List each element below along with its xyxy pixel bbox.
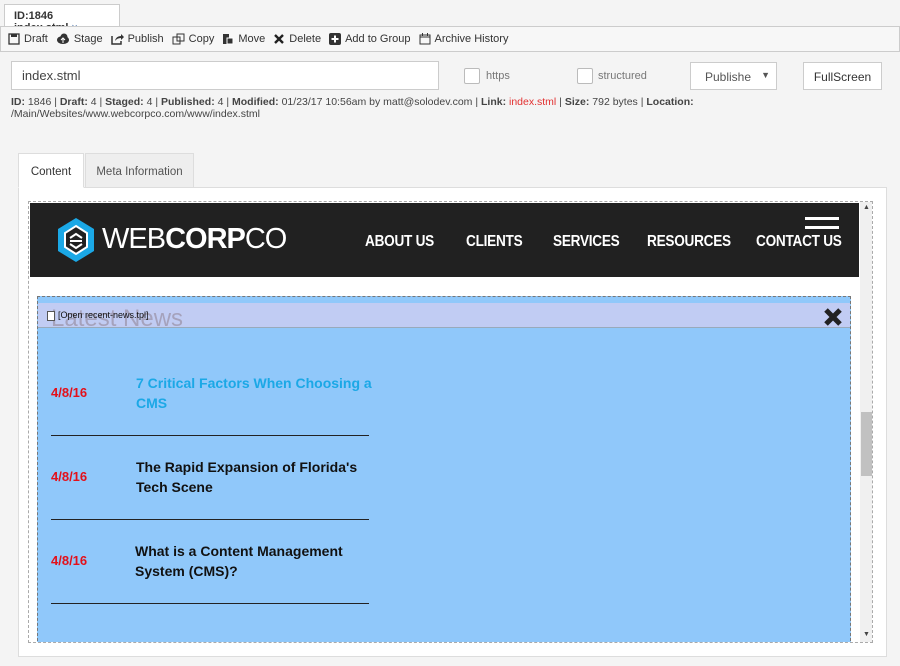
divider <box>51 519 369 520</box>
label: Move <box>238 33 266 45</box>
copy-button[interactable]: Copy <box>172 33 215 45</box>
tab-content[interactable]: Content <box>18 153 84 188</box>
x-icon <box>274 34 285 44</box>
scroll-down-icon[interactable]: ▼ <box>863 631 870 638</box>
file-tab[interactable]: ID:1846 index.stml× <box>4 4 120 34</box>
divider <box>51 435 369 436</box>
structured-checkbox[interactable] <box>577 68 593 84</box>
scrollbar-thumb[interactable] <box>861 412 872 476</box>
publish-button[interactable]: Publish <box>110 33 164 45</box>
move-icon <box>223 34 234 45</box>
label: Draft <box>24 33 48 45</box>
label: Delete <box>289 33 322 45</box>
status-value: Publishe <box>705 70 752 84</box>
close-icon[interactable] <box>823 307 843 327</box>
fullscreen-button[interactable]: FullScreen <box>803 62 882 90</box>
label: Stage <box>73 33 103 45</box>
filename-input[interactable]: index.stml <box>11 61 439 90</box>
nav-about-us[interactable]: ABOUT US <box>365 233 434 251</box>
nav-resources[interactable]: RESOURCES <box>647 233 731 251</box>
structured-label: structured <box>598 70 647 82</box>
toolbar: Draft Stage Publish Copy Move Delete Add… <box>0 26 900 52</box>
plus-square-icon <box>329 33 342 45</box>
news-title[interactable]: What is a Content Management System (CMS… <box>135 541 375 581</box>
draft-button[interactable]: Draft <box>8 33 48 45</box>
tab-meta-information[interactable]: Meta Information <box>85 153 194 188</box>
status-select[interactable]: Publishe ▼ <box>690 62 777 90</box>
calendar-icon <box>419 33 430 45</box>
site-header: WEBCORPCO ABOUT US CLIENTS SERVICES RESO… <box>30 203 859 277</box>
cloud-upload-icon <box>56 33 69 44</box>
copy-icon <box>172 33 185 45</box>
label: Add to Group <box>345 33 411 45</box>
news-date: 4/8/16 <box>51 385 88 400</box>
logo-icon <box>58 218 94 262</box>
scrollbar[interactable]: ▲ ▼ <box>860 202 872 642</box>
news-date: 4/8/16 <box>51 553 88 568</box>
move-button[interactable]: Move <box>222 33 265 45</box>
scroll-up-icon[interactable]: ▲ <box>863 204 870 211</box>
https-label: https <box>486 70 510 82</box>
label: Archive History <box>434 33 509 45</box>
save-icon <box>8 33 20 45</box>
stage-button[interactable]: Stage <box>56 33 103 45</box>
news-title[interactable]: The Rapid Expansion of Florida's Tech Sc… <box>136 457 376 497</box>
file-icon <box>47 311 55 321</box>
caret-down-icon: ▼ <box>761 70 770 80</box>
label: Publish <box>127 33 164 45</box>
hamburger-menu-icon[interactable] <box>805 217 839 235</box>
file-info: ID: 1846 | Draft: 4 | Staged: 4 | Publis… <box>11 96 694 120</box>
add-to-group-button[interactable]: Add to Group <box>329 33 411 45</box>
open-template-link[interactable]: [Open recent-news.tpl] <box>58 310 149 320</box>
nav-clients[interactable]: CLIENTS <box>466 233 523 251</box>
label: Copy <box>188 33 215 45</box>
recent-news-block[interactable]: Latest News [Open recent-news.tpl] 4/8/1… <box>37 296 851 642</box>
nav-services[interactable]: SERVICES <box>553 233 620 251</box>
share-icon <box>110 34 124 45</box>
divider <box>51 603 369 604</box>
file-link[interactable]: index.stml <box>509 96 556 108</box>
delete-button[interactable]: Delete <box>273 33 321 45</box>
template-bar: [Open recent-news.tpl] <box>38 303 850 328</box>
page-preview: WEBCORPCO ABOUT US CLIENTS SERVICES RESO… <box>28 201 873 643</box>
archive-history-button[interactable]: Archive History <box>419 33 509 45</box>
site-logo[interactable]: WEBCORPCO <box>102 223 287 256</box>
news-title-link[interactable]: 7 Critical Factors When Choosing a CMS <box>136 373 376 413</box>
https-checkbox[interactable] <box>464 68 480 84</box>
nav-contact-us[interactable]: CONTACT US <box>756 233 842 251</box>
news-date: 4/8/16 <box>51 469 88 484</box>
